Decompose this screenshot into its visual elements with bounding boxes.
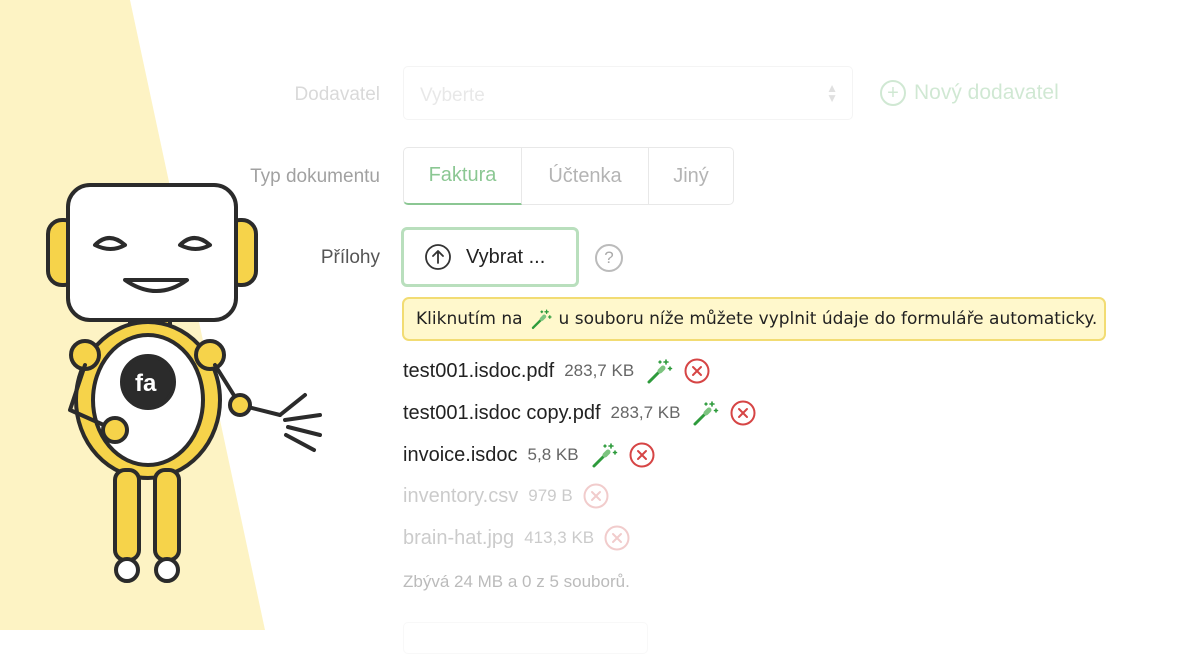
magic-wand-icon — [531, 309, 552, 329]
select-arrows-icon: ▲ ▼ — [826, 81, 838, 105]
file-row: inventory.csv 979 B — [403, 483, 609, 509]
close-circle-icon[interactable] — [604, 525, 630, 551]
close-circle-icon[interactable] — [684, 358, 710, 384]
upload-button-label: Vybrat ... — [466, 245, 546, 268]
file-row: invoice.isdoc 5,8 KB — [403, 440, 655, 470]
file-size: 5,8 KB — [527, 445, 579, 464]
file-size: 413,3 KB — [524, 528, 595, 547]
robot-badge-logo: fa — [135, 370, 157, 397]
new-supplier-link[interactable]: + Nový dodavatel — [880, 80, 1059, 106]
file-size: 283,7 KB — [564, 361, 635, 380]
close-circle-icon[interactable] — [730, 400, 756, 426]
magic-wand-icon[interactable] — [690, 398, 720, 428]
plus-circle-icon: + — [880, 80, 906, 106]
tab-uctenka[interactable]: Účtenka — [522, 147, 649, 205]
doc-type-segmented: Faktura Účtenka Jiný — [403, 147, 734, 205]
help-icon[interactable]: ? — [595, 244, 623, 272]
new-supplier-label: Nový dodavatel — [914, 81, 1059, 104]
info-text-before: Kliknutím na — [416, 309, 523, 329]
magic-wand-icon[interactable] — [644, 356, 674, 386]
close-circle-icon[interactable] — [629, 442, 655, 468]
file-size: 979 B — [528, 486, 573, 505]
supplier-label: Dodavatel — [294, 84, 380, 105]
robot-mascot-illustration: fa — [46, 183, 322, 583]
file-row: brain-hat.jpg 413,3 KB — [403, 525, 630, 551]
tab-faktura[interactable]: Faktura — [403, 147, 522, 205]
file-name: test001.isdoc.pdf — [403, 359, 555, 382]
bottom-field[interactable] — [403, 622, 648, 654]
remaining-quota-text: Zbývá 24 MB a 0 z 5 souborů. — [403, 572, 630, 591]
tab-jiny[interactable]: Jiný — [649, 147, 734, 205]
file-size: 283,7 KB — [610, 403, 681, 422]
file-name: invoice.isdoc — [403, 443, 518, 466]
magic-wand-icon[interactable] — [589, 440, 619, 470]
autofill-info-box: Kliknutím na u souboru níže můžete vypln… — [402, 297, 1106, 341]
upload-button[interactable]: Vybrat ... — [401, 227, 579, 287]
file-row: test001.isdoc copy.pdf 283,7 KB — [403, 398, 756, 428]
info-text-after: u souboru níže můžete vyplnit údaje do f… — [558, 309, 1098, 329]
file-name: test001.isdoc copy.pdf — [403, 401, 601, 424]
file-name: brain-hat.jpg — [403, 526, 515, 549]
supplier-placeholder: Vyberte — [420, 85, 485, 106]
file-row: test001.isdoc.pdf 283,7 KB — [403, 356, 710, 386]
close-circle-icon[interactable] — [583, 483, 609, 509]
supplier-select[interactable]: Vyberte ▲ ▼ — [403, 66, 853, 120]
file-name: inventory.csv — [403, 484, 519, 507]
upload-arrow-icon — [425, 244, 451, 270]
